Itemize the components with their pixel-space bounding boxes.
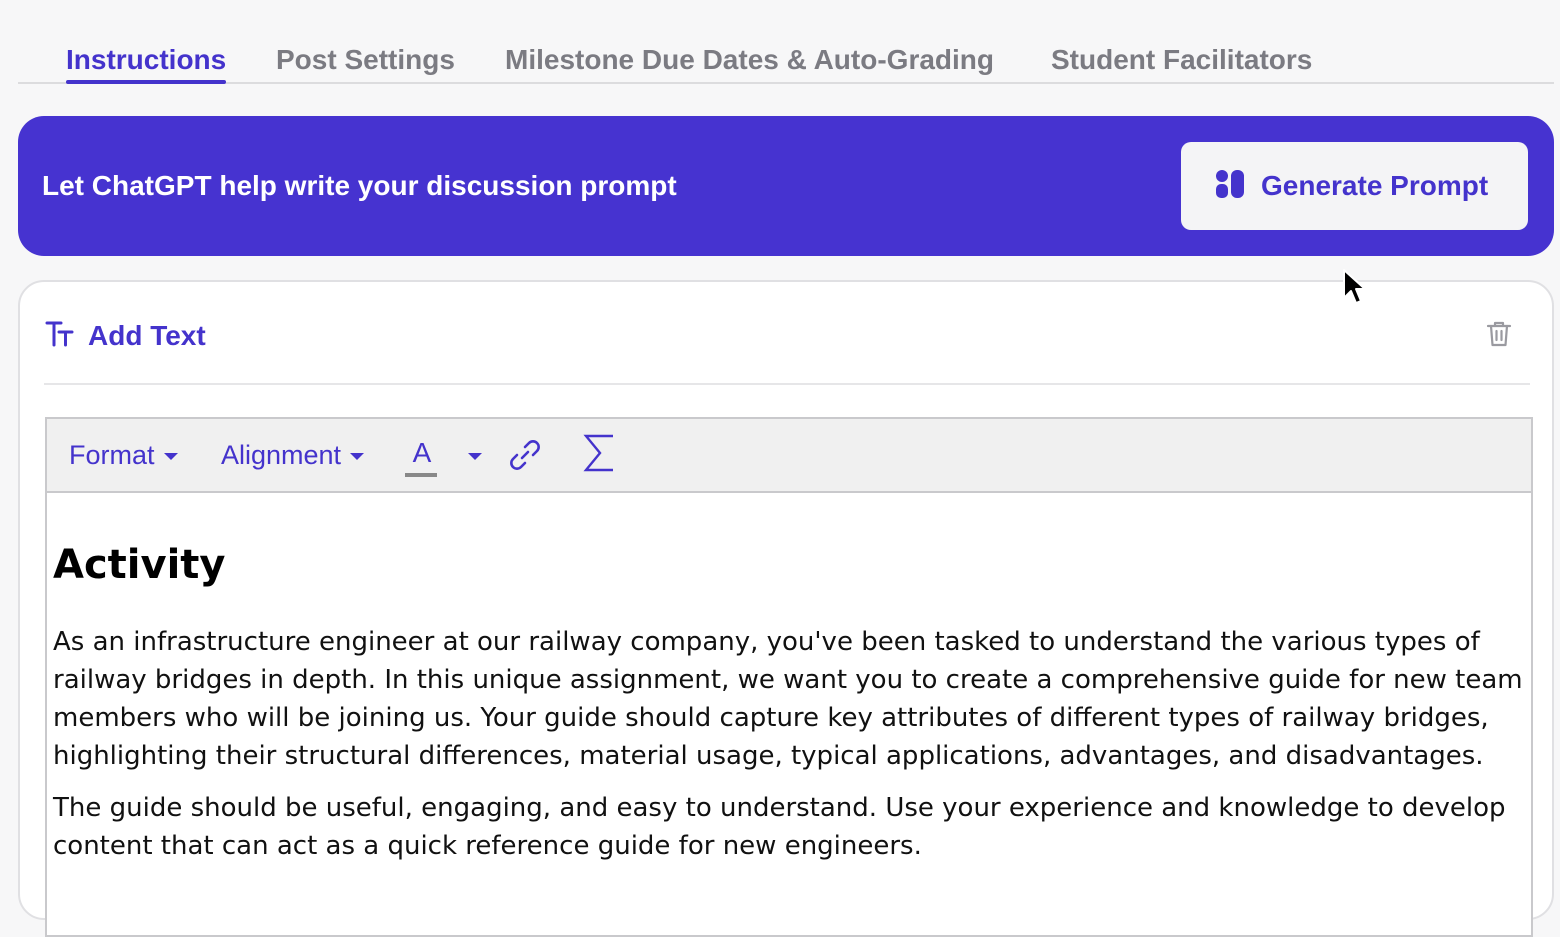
tab-bar: Instructions Post Settings Milestone Due… [18, 0, 1554, 84]
tab-milestone-due-dates[interactable]: Milestone Due Dates & Auto-Grading [505, 42, 994, 78]
alignment-label: Alignment [221, 439, 342, 470]
format-label: Format [69, 439, 155, 470]
content-paragraph: The guide should be useful, engaging, an… [53, 793, 1506, 861]
editor-toolbar: Format Alignment A [47, 419, 1531, 493]
font-color-swatch [405, 473, 437, 477]
chatgpt-blocks-icon [1215, 169, 1245, 204]
chevron-down-icon [163, 453, 178, 460]
chevron-down-icon [468, 453, 482, 460]
font-color-button[interactable]: A [405, 433, 439, 479]
tab-student-facilitators[interactable]: Student Facilitators [1051, 42, 1312, 78]
chatgpt-banner: Let ChatGPT help write your discussion p… [18, 116, 1554, 256]
link-icon[interactable] [507, 437, 543, 473]
add-text-card: Add Text Format Alignment A Activity As … [18, 280, 1554, 937]
chevron-down-icon [350, 453, 365, 460]
banner-text: Let ChatGPT help write your discussion p… [42, 170, 677, 201]
trash-icon[interactable] [1486, 320, 1512, 353]
tab-instructions[interactable]: Instructions [66, 42, 227, 84]
content-paragraph: As an infrastructure engineer at our rai… [53, 627, 1523, 771]
generate-prompt-label: Generate Prompt [1261, 170, 1489, 201]
text-type-icon [44, 319, 74, 354]
font-color-dropdown[interactable] [459, 437, 482, 473]
font-color-label: A [412, 437, 432, 468]
alignment-dropdown[interactable]: Alignment [221, 437, 365, 473]
content-heading: Activity [53, 542, 226, 588]
tab-post-settings[interactable]: Post Settings [276, 42, 455, 78]
sigma-icon[interactable] [583, 434, 615, 472]
rich-text-editor[interactable]: Format Alignment A Activity As an infras… [45, 417, 1533, 937]
format-dropdown[interactable]: Format [69, 437, 178, 473]
card-divider [44, 383, 1530, 385]
card-header: Add Text [44, 312, 206, 360]
editor-content[interactable]: Activity As an infrastructure engineer a… [53, 539, 1523, 879]
card-title: Add Text [88, 320, 206, 351]
generate-prompt-button[interactable]: Generate Prompt [1181, 142, 1528, 230]
